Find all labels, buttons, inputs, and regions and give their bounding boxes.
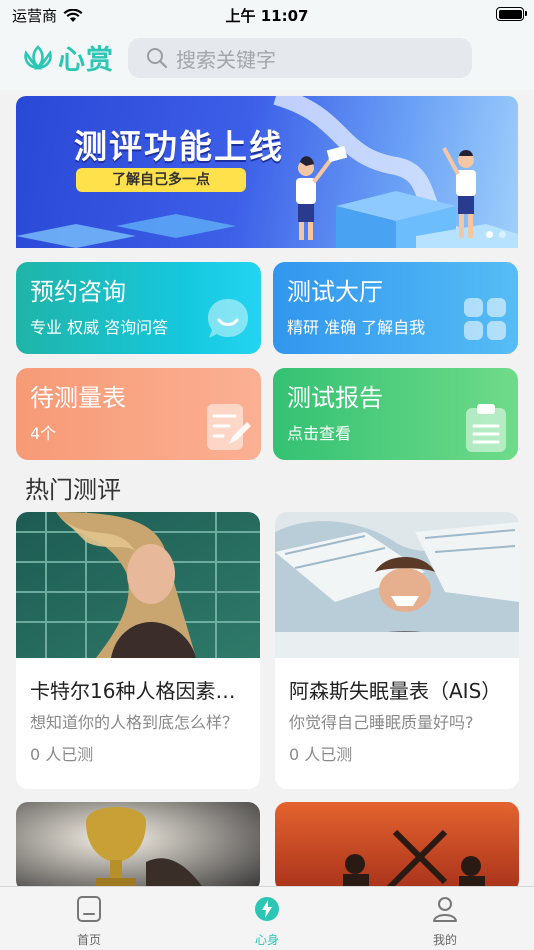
- tab-home[interactable]: 首页: [44, 895, 134, 948]
- carousel-dots: [486, 231, 506, 238]
- test-card[interactable]: 阿森斯失眠量表（AIS） 你觉得自己睡眠质量好吗? 0 人已测: [275, 512, 519, 789]
- battery-icon: [496, 7, 527, 21]
- section-title-hot-tests: 热门测评: [25, 476, 121, 504]
- bolt-icon: [255, 897, 279, 921]
- status-bar: 运营商 上午 11:07: [0, 0, 534, 28]
- tile-title: 预约咨询: [30, 278, 126, 306]
- banner-title: 测评功能上线: [74, 127, 284, 166]
- tile-test-hall[interactable]: 测试大厅 精研 准确 了解自我: [273, 262, 518, 354]
- home-icon: [77, 896, 101, 922]
- promo-banner[interactable]: 测评功能上线 了解自己多一点: [16, 96, 518, 248]
- card-test-count: 0 人已测: [289, 745, 353, 764]
- tab-mind-body[interactable]: 心身: [222, 895, 312, 948]
- tile-title: 测试报告: [287, 384, 383, 412]
- tile-subtitle: 点击查看: [287, 424, 352, 443]
- tile-title: 待测量表: [30, 384, 126, 412]
- test-card[interactable]: 卡特尔16种人格因素测验 想知道你的人格到底怎么样？ 0 人已测: [16, 512, 260, 789]
- test-card[interactable]: [275, 802, 519, 892]
- card-title: 阿森斯失眠量表（AIS）: [289, 679, 502, 703]
- carousel-dot[interactable]: [486, 231, 493, 238]
- chat-bubble-icon: [208, 299, 248, 338]
- tile-subtitle: 精研 准确 了解自我: [287, 318, 426, 337]
- tile-pending-scales[interactable]: 待测量表 4个: [16, 368, 261, 460]
- tile-subtitle: 专业 权威 咨询问答: [30, 318, 169, 337]
- tile-subtitle: 4个: [30, 424, 57, 443]
- bottom-tab-bar: 首页 心身 我的: [0, 886, 534, 950]
- card-image: [16, 802, 260, 892]
- edit-document-icon: [207, 404, 251, 450]
- search-icon: [147, 48, 168, 69]
- tile-appointment-consult[interactable]: 预约咨询 专业 权威 咨询问答: [16, 262, 261, 354]
- search-bar[interactable]: 搜索关键字: [128, 38, 472, 78]
- status-time: 上午 11:07: [225, 7, 309, 25]
- tab-label: 我的: [432, 933, 457, 947]
- tab-profile[interactable]: 我的: [400, 895, 490, 948]
- user-icon: [433, 897, 457, 922]
- card-description: 你觉得自己睡眠质量好吗?: [289, 713, 474, 732]
- app-header: 心赏 搜索关键字: [0, 28, 534, 90]
- card-image: [275, 802, 519, 892]
- tab-label: 心身: [254, 933, 279, 947]
- clipboard-icon: [466, 404, 506, 452]
- card-image: [16, 512, 260, 658]
- grid-icon: [464, 298, 506, 340]
- search-placeholder: 搜索关键字: [176, 47, 276, 72]
- card-title: 卡特尔16种人格因素测验: [30, 679, 250, 703]
- banner-pill: 了解自己多一点: [76, 168, 246, 192]
- card-description: 想知道你的人格到底怎么样？: [30, 713, 239, 732]
- carousel-dot[interactable]: [499, 231, 506, 238]
- tab-label: 首页: [76, 933, 101, 947]
- lotus-logo-icon: [24, 44, 52, 70]
- test-card[interactable]: [16, 802, 260, 892]
- logo-text: 心赏: [58, 45, 114, 76]
- tile-title: 测试大厅: [287, 278, 383, 306]
- card-test-count: 0 人已测: [30, 745, 94, 764]
- tile-test-report[interactable]: 测试报告 点击查看: [273, 368, 518, 460]
- app-logo: 心赏: [20, 38, 114, 77]
- card-image: [275, 512, 519, 658]
